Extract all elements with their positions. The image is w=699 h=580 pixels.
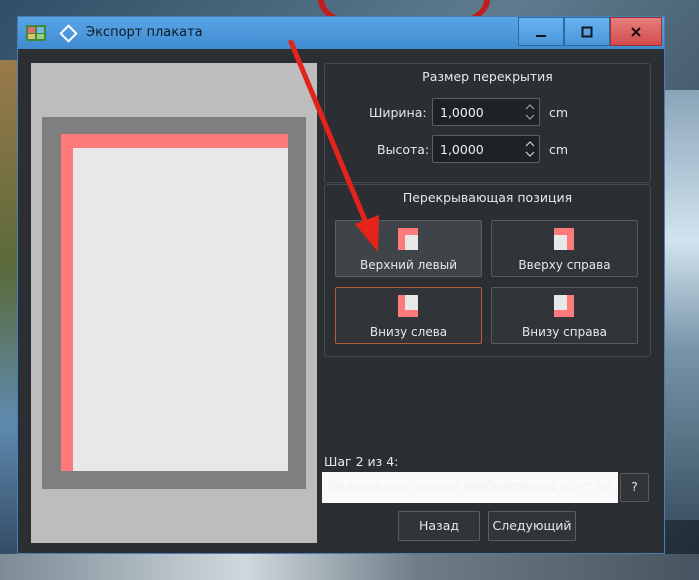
step-description-text: Наложение плиток изображения друг на дру… — [328, 480, 618, 495]
overlap-bottom-right-icon — [554, 295, 574, 317]
close-button[interactable] — [610, 17, 662, 46]
height-value: 1,0000 — [440, 142, 484, 157]
title-bar[interactable]: Экспорт плаката — [18, 17, 664, 49]
bottom-right-label: Внизу справа — [521, 325, 607, 339]
top-right-label: Вверху справа — [518, 258, 611, 272]
overlap-position-title: Перекрывающая позиция — [402, 190, 573, 205]
back-button[interactable]: Назад — [398, 511, 480, 541]
maximize-icon — [581, 26, 593, 37]
preview-tile — [73, 148, 288, 471]
overlap-size-title: Размер перекрытия — [422, 69, 553, 84]
width-unit: cm — [549, 105, 569, 120]
pin-icon[interactable] — [59, 24, 78, 43]
step-indicator: Шаг 2 из 4: — [324, 454, 399, 469]
overlap-bottom-left-icon — [398, 295, 418, 317]
width-value: 1,0000 — [440, 105, 484, 120]
poster-preview — [31, 63, 317, 543]
height-label: Высота: — [377, 142, 430, 157]
preview-paper — [42, 117, 306, 489]
overlap-top-left-icon — [398, 228, 418, 250]
minimize-button[interactable] — [518, 17, 564, 46]
minimize-icon — [536, 34, 546, 37]
step-description: Наложение плиток изображения друг на дру… — [322, 472, 618, 503]
poster-export-dialog: Экспорт плаката Размер перекрытия Ширина… — [17, 16, 665, 554]
width-spinbox[interactable]: 1,0000 — [432, 98, 540, 126]
overlap-top-right-icon — [554, 228, 574, 250]
overlap-size-group: Размер перекрытия Ширина: 1,0000 cm Высо… — [324, 63, 651, 183]
top-left-position-button[interactable]: Верхний левый — [335, 220, 482, 277]
app-icon — [26, 25, 46, 41]
height-unit: cm — [549, 142, 569, 157]
close-icon — [631, 26, 641, 37]
help-button[interactable]: ? — [620, 473, 649, 502]
bottom-right-position-button[interactable]: Внизу справа — [491, 287, 638, 344]
maximize-button[interactable] — [564, 17, 610, 46]
width-label: Ширина: — [369, 105, 427, 120]
bottom-left-position-button[interactable]: Внизу слева — [335, 287, 482, 344]
bottom-left-label: Внизу слева — [369, 325, 448, 339]
window-title: Экспорт плаката — [86, 25, 203, 40]
height-spinbox[interactable]: 1,0000 — [432, 135, 540, 163]
spin-arrows-icon[interactable] — [524, 101, 536, 123]
next-button[interactable]: Следующий — [488, 511, 576, 541]
top-left-label: Верхний левый — [360, 258, 457, 272]
top-right-position-button[interactable]: Вверху справа — [491, 220, 638, 277]
spin-arrows-icon[interactable] — [524, 138, 536, 160]
overlap-position-group: Перекрывающая позиция Верхний левый Ввер… — [324, 184, 651, 357]
